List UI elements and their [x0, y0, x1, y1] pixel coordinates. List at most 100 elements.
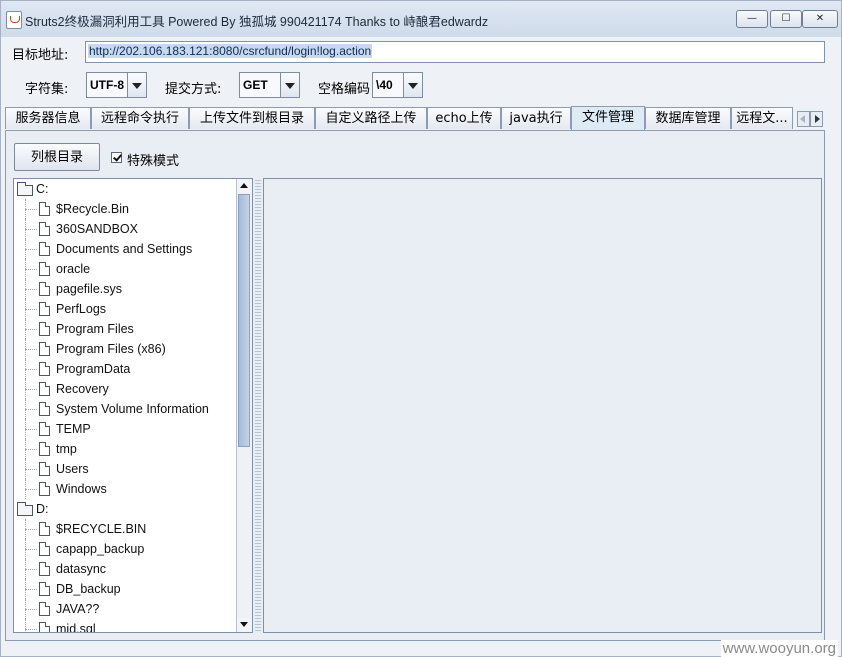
tree-connector: [25, 329, 37, 330]
tree-item[interactable]: oracle: [14, 259, 236, 279]
tree-connector: [25, 389, 37, 390]
tree-item[interactable]: Recovery: [14, 379, 236, 399]
tree-item[interactable]: mid.sql: [14, 619, 236, 632]
tree-drive-node[interactable]: D:: [14, 499, 236, 519]
split-pane-divider[interactable]: [255, 178, 261, 633]
tab-remote-command[interactable]: 远程命令执行: [91, 107, 189, 129]
tree-item[interactable]: capapp_backup: [14, 539, 236, 559]
tab-echo-upload[interactable]: echo上传: [427, 107, 501, 129]
scroll-thumb[interactable]: [238, 194, 250, 447]
tree-drive-node[interactable]: C:: [14, 179, 236, 199]
tree-connector: [25, 609, 37, 610]
tree-item[interactable]: Windows: [14, 479, 236, 499]
tree-item-label: datasync: [56, 562, 107, 576]
file-icon: [39, 622, 50, 632]
tree-item[interactable]: Users: [14, 459, 236, 479]
target-url-label: 目标地址:: [12, 48, 69, 63]
tree-connector: [25, 339, 26, 359]
tree-item[interactable]: PerfLogs: [14, 299, 236, 319]
maximize-button[interactable]: ☐: [770, 10, 802, 28]
tree-item[interactable]: Program Files: [14, 319, 236, 339]
file-icon: [39, 442, 50, 456]
tree-connector: [25, 539, 26, 559]
close-button[interactable]: ✕: [802, 10, 838, 28]
space-encoding-value: \40: [376, 78, 393, 92]
charset-select[interactable]: UTF-8: [86, 72, 147, 98]
tree-item[interactable]: tmp: [14, 439, 236, 459]
list-root-button[interactable]: 列根目录: [14, 143, 100, 171]
tree-connector: [25, 579, 26, 599]
tab-database-manager[interactable]: 数据库管理: [645, 107, 731, 129]
scroll-down-icon[interactable]: [237, 618, 252, 632]
method-value: GET: [243, 78, 268, 92]
tree-item-label: pagefile.sys: [56, 282, 123, 296]
tree-item[interactable]: $Recycle.Bin: [14, 199, 236, 219]
tree-item[interactable]: Program Files (x86): [14, 339, 236, 359]
window-title: Struts2终极漏洞利用工具 Powered By 独孤城 990421174…: [25, 15, 489, 29]
tree-item-label: 360SANDBOX: [56, 222, 138, 236]
tree-item-label: Documents and Settings: [56, 242, 193, 256]
tree-connector: [25, 349, 37, 350]
tree-connector: [25, 469, 37, 470]
tree-item-label: JAVA??: [56, 602, 100, 616]
tab-server-info[interactable]: 服务器信息: [5, 107, 91, 129]
tree-connector: [25, 289, 37, 290]
tree-connector: [25, 439, 26, 459]
tree-item[interactable]: $RECYCLE.BIN: [14, 519, 236, 539]
special-mode-checkbox[interactable]: [111, 152, 122, 163]
tab-file-manager[interactable]: 文件管理: [571, 106, 645, 130]
tree-item[interactable]: datasync: [14, 559, 236, 579]
tree-connector: [25, 619, 26, 632]
file-icon: [39, 522, 50, 536]
file-icon: [39, 322, 50, 336]
tree-item-label: $RECYCLE.BIN: [56, 522, 147, 536]
tab-remote-file[interactable]: 远程文...: [731, 107, 793, 129]
folder-icon: [17, 182, 33, 196]
file-icon: [39, 382, 50, 396]
file-icon: [39, 582, 50, 596]
tree-connector: [25, 519, 26, 539]
target-url-value: http://202.106.183.121:8080/csrcfund/log…: [88, 44, 373, 58]
tree-connector: [25, 419, 26, 439]
file-icon: [39, 362, 50, 376]
tree-connector: [25, 299, 26, 319]
file-icon: [39, 462, 50, 476]
tree-connector: [25, 549, 37, 550]
file-icon: [39, 282, 50, 296]
tree-item[interactable]: pagefile.sys: [14, 279, 236, 299]
app-window: Struts2终极漏洞利用工具 Powered By 独孤城 990421174…: [0, 0, 842, 657]
tree-item[interactable]: DB_backup: [14, 579, 236, 599]
tree-item-label: Windows: [56, 482, 107, 496]
tab-custom-path-upload[interactable]: 自定义路径上传: [315, 107, 427, 129]
tab-scroll-left-icon[interactable]: [797, 111, 810, 127]
tree-item[interactable]: TEMP: [14, 419, 236, 439]
chevron-down-icon[interactable]: [280, 73, 299, 97]
space-encoding-select[interactable]: \40: [372, 72, 423, 98]
directory-tree[interactable]: mid.sql JAVA?? DB_backup datasync capapp_bac…: [13, 178, 253, 633]
tab-upload-root[interactable]: 上传文件到根目录: [189, 107, 315, 129]
method-select[interactable]: GET: [239, 72, 300, 98]
tree-item-label: tmp: [56, 442, 77, 456]
tree-connector: [25, 429, 37, 430]
charset-label: 字符集:: [25, 82, 69, 97]
tree-item[interactable]: ProgramData: [14, 359, 236, 379]
space-encoding-label: 空格编码: [318, 82, 371, 97]
tree-item[interactable]: Documents and Settings: [14, 239, 236, 259]
tree-item[interactable]: System Volume Information: [14, 399, 236, 419]
chevron-down-icon[interactable]: [127, 73, 146, 97]
chevron-down-icon[interactable]: [403, 73, 422, 97]
tree-item[interactable]: 360SANDBOX: [14, 219, 236, 239]
tab-bar: 服务器信息 远程命令执行 上传文件到根目录 自定义路径上传 echo上传 jav…: [5, 106, 795, 130]
minimize-button[interactable]: —: [736, 10, 768, 28]
file-content-area[interactable]: [263, 178, 822, 633]
file-icon: [39, 302, 50, 316]
tab-java-exec[interactable]: java执行: [501, 107, 571, 129]
file-icon: [39, 262, 50, 276]
tree-item[interactable]: JAVA??: [14, 599, 236, 619]
title-bar[interactable]: Struts2终极漏洞利用工具 Powered By 独孤城 990421174…: [1, 1, 841, 37]
tree-scrollbar[interactable]: [236, 179, 252, 632]
tab-scroll-right-icon[interactable]: [810, 111, 823, 127]
scroll-up-icon[interactable]: [237, 179, 252, 193]
tree-item-label: Recovery: [56, 382, 109, 396]
target-url-input[interactable]: http://202.106.183.121:8080/csrcfund/log…: [85, 41, 825, 63]
